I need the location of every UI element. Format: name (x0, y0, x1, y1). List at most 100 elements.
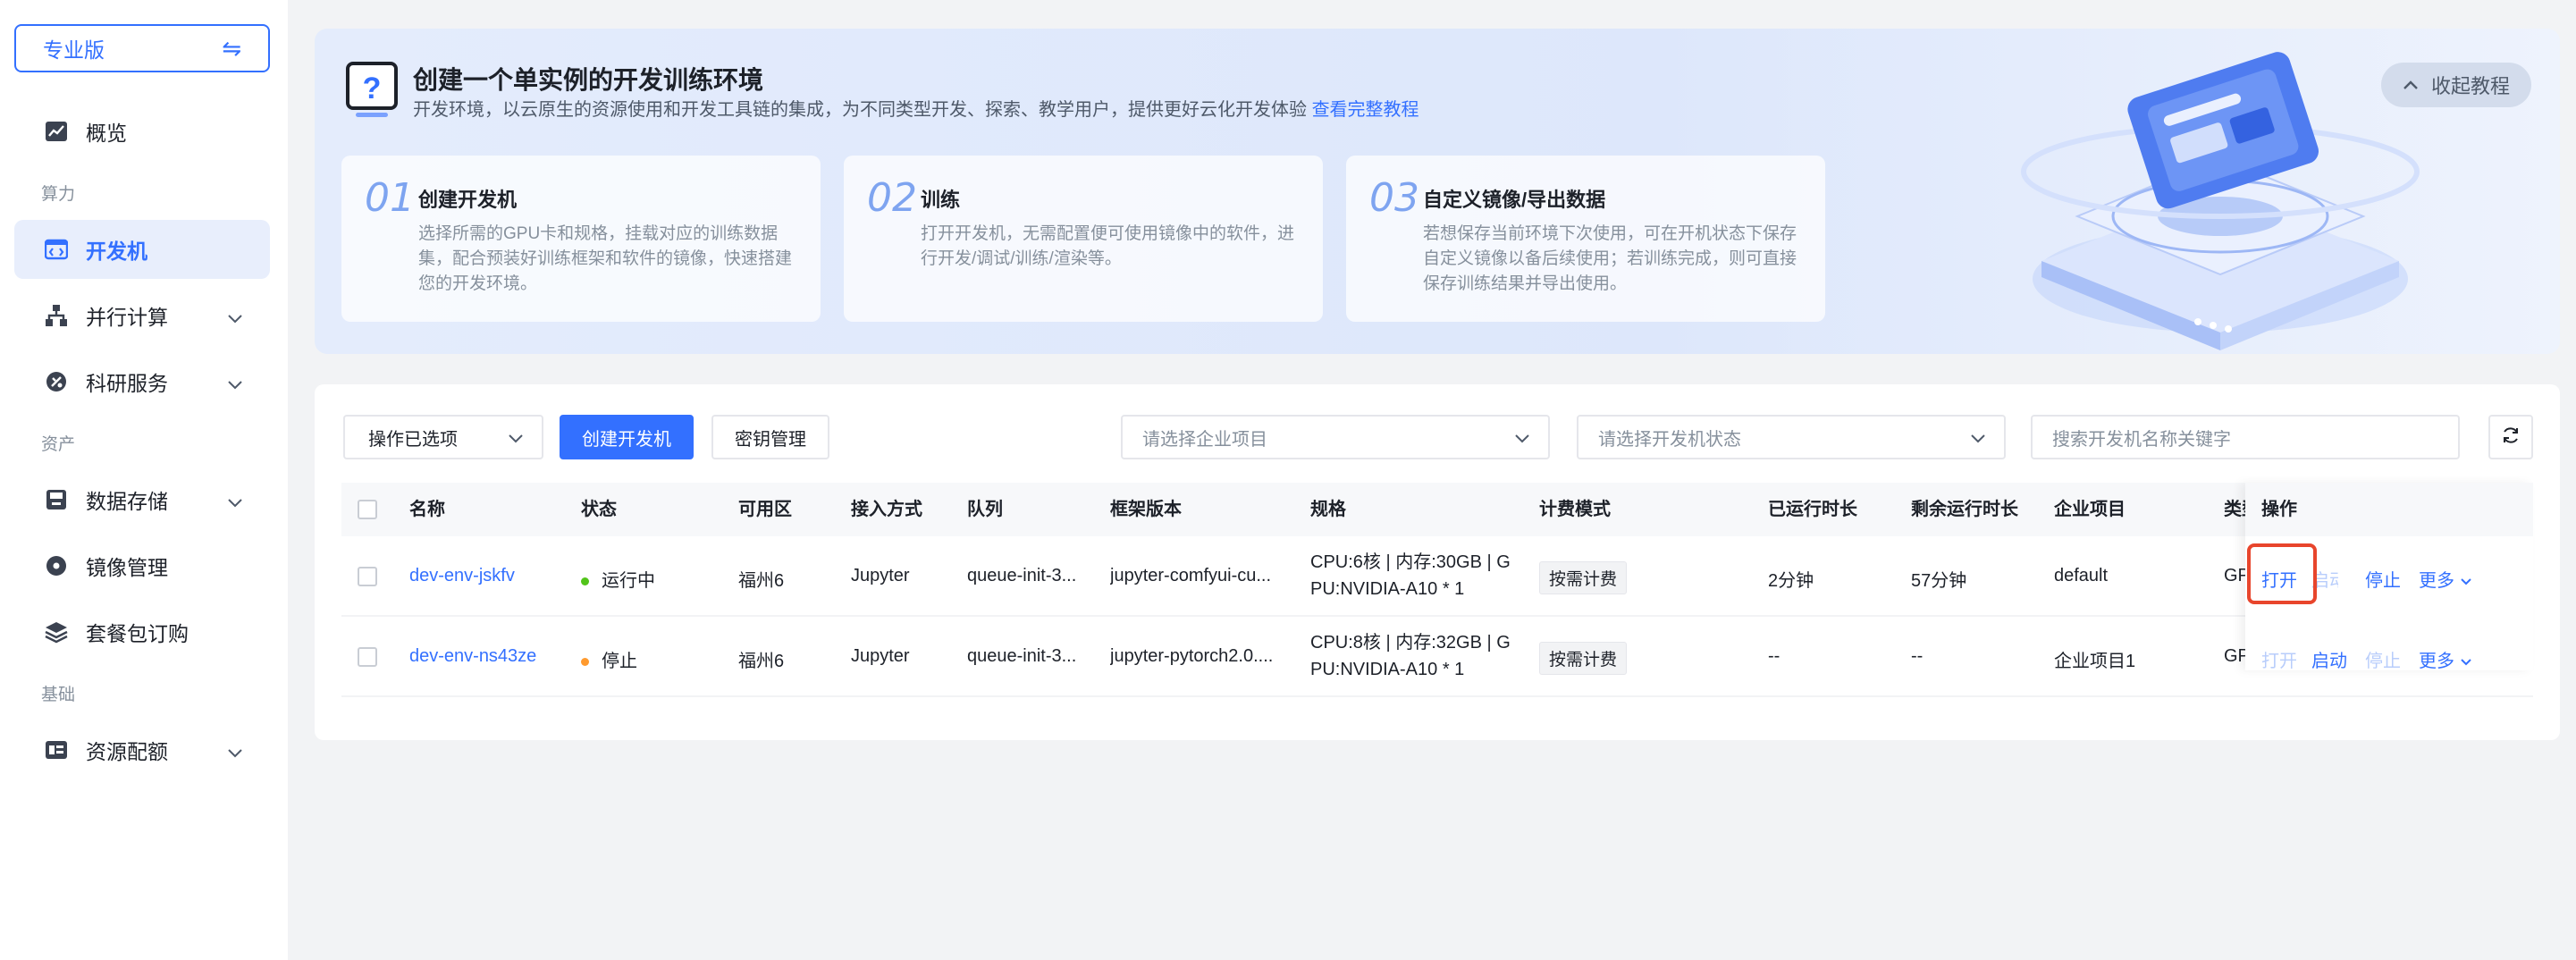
spec-line: CPU:6核 | 内存:30GB | G (1310, 552, 1511, 572)
col-name: 名称 (409, 500, 445, 519)
status-select[interactable]: 请选择开发机状态 (1577, 415, 2006, 459)
collapse-tutorial-label: 收起教程 (2430, 75, 2510, 97)
nav-images[interactable]: 镜像管理 (14, 536, 270, 595)
refresh-icon (2501, 425, 2521, 450)
nav-quota[interactable]: 资源配额 (14, 720, 270, 779)
select-all-checkbox[interactable] (358, 500, 377, 519)
research-icon (43, 368, 70, 395)
spec-line: CPU:8核 | 内存:32GB | G (1310, 633, 1511, 653)
create-devbox-button[interactable]: 创建开发机 (560, 415, 694, 459)
status-cell: 停止 (581, 646, 637, 672)
tutorial-link[interactable]: 查看完整教程 (1312, 100, 1419, 120)
chevron-down-icon (227, 372, 243, 396)
project-select[interactable]: 请选择企业项目 (1121, 415, 1550, 459)
search-input[interactable]: 搜索开发机名称关键字 (2031, 415, 2460, 459)
search-input-placeholder: 搜索开发机名称关键字 (2052, 429, 2231, 450)
col-zone: 可用区 (738, 500, 792, 519)
stop-button[interactable]: 停止 (2365, 566, 2401, 592)
edition-label: 专业版 (43, 38, 105, 62)
nav-packages-label: 套餐包订购 (86, 622, 189, 645)
spec-cell: CPU:8核 | 内存:32GB | G PU:NVIDIA-A10 * 1 (1310, 629, 1511, 683)
status-text: 运行中 (602, 571, 655, 591)
nav-storage[interactable]: 数据存储 (14, 470, 270, 529)
table-row: dev-env-jskfv 运行中 福州6 Jupyter queue-init… (341, 536, 2533, 617)
chevron-down-icon (227, 740, 243, 764)
table-header: 名称 状态 可用区 接入方式 队列 框架版本 规格 计费模式 已运行时长 剩余运… (341, 483, 2533, 536)
edition-switcher[interactable]: 专业版 ⇋ (14, 24, 270, 72)
step-title: 自定义镜像/导出数据 (1423, 189, 1606, 211)
runtime-cell: 2分钟 (1768, 571, 1814, 591)
col-runtime: 已运行时长 (1768, 500, 1857, 519)
step-number: 01 (365, 175, 415, 221)
access-cell: Jupyter (851, 646, 910, 666)
storage-icon (43, 486, 70, 513)
nav-packages[interactable]: 套餐包订购 (14, 602, 270, 661)
banner-desc: 开发环境，以云原生的资源使用和开发工具链的集成，为不同类型开发、探索、教学用户，… (413, 95, 1419, 121)
open-button-highlight (2247, 543, 2317, 604)
step-title: 训练 (921, 189, 961, 211)
nav-research-label: 科研服务 (86, 372, 168, 395)
col-ops: 操作 (2245, 483, 2533, 536)
status-select-placeholder: 请选择开发机状态 (1598, 429, 1741, 450)
more-label: 更多 (2419, 652, 2454, 671)
devbox-name-link[interactable]: dev-env-jskfv (409, 566, 515, 586)
col-remaining: 剩余运行时长 (1911, 500, 2018, 519)
nav-overview[interactable]: 概览 (14, 102, 270, 161)
status-cell: 运行中 (581, 566, 655, 592)
more-button[interactable]: 更多 (2419, 646, 2472, 672)
nav-group-compute: 算力 (41, 185, 76, 204)
row-checkbox[interactable] (358, 567, 377, 586)
col-access: 接入方式 (851, 500, 922, 519)
access-cell: Jupyter (851, 566, 910, 585)
chevron-down-icon (1970, 429, 1986, 450)
col-framework: 框架版本 (1110, 500, 1182, 519)
swap-icon: ⇋ (222, 34, 241, 62)
stop-button[interactable]: 停止 (2365, 646, 2401, 672)
cluster-icon (43, 302, 70, 329)
col-spec: 规格 (1310, 500, 1346, 519)
tutorial-banner: ? 创建一个单实例的开发训练环境 开发环境，以云原生的资源使用和开发工具链的集成… (315, 29, 2560, 354)
col-billing: 计费模式 (1539, 500, 1611, 519)
step-card-2: 02 训练 打开开发机，无需配置便可使用镜像中的软件，进行开发/调试/训练/渲染… (844, 156, 1323, 322)
devbox-list-panel: 操作已选项 创建开发机 密钥管理 请选择企业项目 请选择开发机状态 搜索开发机名… (315, 384, 2560, 740)
quota-icon (43, 737, 70, 763)
nav-research[interactable]: 科研服务 (14, 352, 270, 411)
refresh-button[interactable] (2488, 415, 2533, 459)
nav-parallel[interactable]: 并行计算 (14, 286, 270, 345)
chevron-down-icon (227, 306, 243, 330)
chevron-down-icon (227, 490, 243, 514)
start-button[interactable]: 启动 (2311, 646, 2347, 672)
col-project: 企业项目 (2054, 500, 2126, 519)
step-desc: 打开开发机，无需配置便可使用镜像中的软件，进行开发/调试/训练/渲染等。 (921, 224, 1295, 268)
bulk-ops-label: 操作已选项 (368, 429, 458, 450)
step-card-1: 01 创建开发机 选择所需的GPU卡和规格，挂载对应的训练数据集，配合预装好训练… (341, 156, 821, 322)
nav-devbox[interactable]: 开发机 (14, 220, 270, 279)
step-number: 03 (1369, 175, 1419, 221)
step-number: 02 (867, 175, 917, 221)
banner-title: 创建一个单实例的开发训练环境 (413, 66, 764, 94)
queue-cell: queue-init-3... (967, 566, 1077, 585)
more-button[interactable]: 更多 (2419, 566, 2472, 592)
col-status: 状态 (581, 500, 617, 519)
chevron-down-icon (2460, 652, 2472, 671)
project-select-placeholder: 请选择企业项目 (1142, 429, 1267, 450)
framework-cell: jupyter-comfyui-cu... (1110, 566, 1272, 585)
nav-parallel-label: 并行计算 (86, 306, 168, 329)
status-dot (581, 577, 589, 586)
key-management-button[interactable]: 密钥管理 (711, 415, 829, 459)
nav-overview-label: 概览 (86, 122, 127, 145)
nav-images-label: 镜像管理 (86, 556, 168, 579)
more-label: 更多 (2419, 571, 2454, 591)
queue-cell: queue-init-3... (967, 646, 1077, 666)
nav-devbox-label: 开发机 (86, 240, 147, 263)
nav-storage-label: 数据存储 (86, 490, 168, 513)
remaining-cell: 57分钟 (1911, 571, 1967, 591)
bulk-ops-dropdown[interactable]: 操作已选项 (343, 415, 543, 459)
billing-tag: 按需计费 (1539, 642, 1628, 675)
row-checkbox[interactable] (358, 647, 377, 667)
code-icon (43, 236, 70, 263)
svg-text:?: ? (363, 72, 382, 105)
open-button[interactable]: 打开 (2261, 646, 2297, 672)
zone-cell: 福州6 (738, 652, 785, 671)
devbox-name-link[interactable]: dev-env-ns43ze (409, 646, 536, 667)
